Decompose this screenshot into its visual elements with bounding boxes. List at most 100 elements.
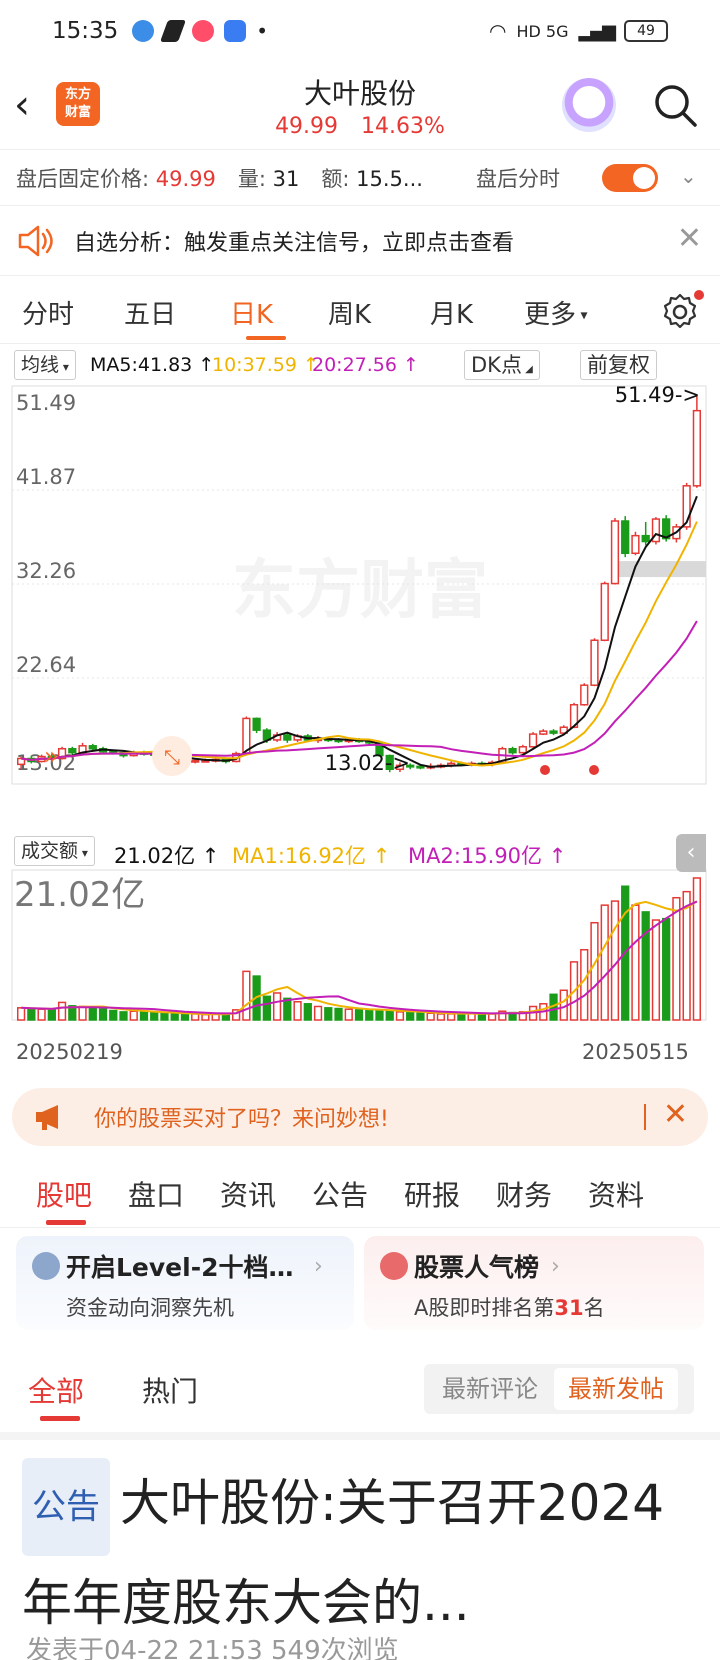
price-zone-band — [618, 561, 706, 578]
robot-assistant-icon[interactable] — [562, 78, 616, 132]
status-right: ◠ HD 5G ▂▄▆ 49 — [489, 19, 668, 43]
scroll-left-icon: » — [44, 742, 59, 770]
candle-body — [610, 520, 620, 585]
volume-bar — [426, 1012, 435, 1021]
volume-bar — [651, 919, 661, 1021]
tab-monthly-k[interactable]: 月K — [430, 294, 473, 331]
tab-weekly-k[interactable]: 周K — [328, 294, 371, 331]
after-hours-price-value: 49.99 — [155, 166, 216, 191]
active-tab-underline — [246, 336, 286, 340]
volume-bar — [682, 890, 691, 1021]
filter-hot[interactable]: 热门 — [142, 1370, 198, 1410]
volume-ma1-text: MA1:16.92亿 — [232, 844, 367, 868]
candle-body — [283, 734, 292, 741]
volume-bar — [78, 1005, 87, 1021]
section-divider — [0, 1432, 720, 1440]
indicator-select-label: 均线 — [21, 354, 60, 376]
expand-icon-glyph: ⤡ — [164, 745, 180, 769]
volume-bar — [590, 921, 599, 1021]
kline-chart[interactable]: 东方财富51.4941.8732.2622.6413.0251.49->13.0… — [0, 384, 720, 1024]
after-hours-volume-label: 量: — [237, 166, 266, 191]
volume-bar — [395, 1011, 405, 1021]
candle-body — [508, 747, 517, 754]
app-notification-icon — [224, 20, 247, 42]
volume-bar — [283, 997, 292, 1021]
tab-profile[interactable]: 资料 — [588, 1174, 644, 1214]
volume-bar — [139, 1011, 149, 1021]
close-icon[interactable]: ✕ — [677, 224, 702, 254]
level2-card-title-text: 开启Level-2十档行... — [66, 1253, 302, 1282]
candle-body — [549, 730, 558, 734]
dk-point-label: DK点 — [471, 353, 522, 377]
tab-finance[interactable]: 财务 — [496, 1174, 552, 1214]
popularity-card-title: 股票人气榜 › — [380, 1248, 688, 1284]
volume-max-label: 21.02亿 — [14, 875, 145, 915]
candle-body — [580, 684, 589, 706]
post-tag: 公告 — [22, 1457, 110, 1556]
volume-bar — [37, 1008, 46, 1021]
after-hours-volume-value: 31 — [272, 166, 300, 191]
after-hours-toggle[interactable] — [602, 164, 658, 192]
app-notification-icon — [192, 20, 215, 42]
adjust-select[interactable]: 前复权 — [580, 350, 657, 380]
collapse-panel-button[interactable]: ‹ — [676, 834, 706, 872]
volume-bar — [436, 1013, 446, 1021]
sort-latest-comment[interactable]: 最新评论 — [428, 1368, 552, 1410]
volume-bar — [406, 1011, 415, 1021]
tab-daily-k[interactable]: 日K — [230, 294, 273, 331]
high-price-marker: 51.49-> — [615, 384, 700, 407]
battery-icon: 49 — [624, 20, 668, 42]
tab-more-label: 更多 — [524, 300, 577, 330]
after-hours-price: 盘后固定价格: 49.99 — [16, 163, 216, 193]
kline-tabs: 分时 五日 日K 周K 月K 更多 ▾ — [0, 276, 720, 344]
volume-bar — [324, 1007, 333, 1021]
volume-bar — [692, 877, 702, 1021]
candle-body — [692, 409, 702, 487]
tab-five-day[interactable]: 五日 — [124, 294, 176, 331]
ma10-value: 10:37.59 — [212, 354, 297, 376]
status-bar: 15:35 • ◠ HD 5G ▂▄▆ 49 — [0, 0, 720, 62]
volume-bar — [201, 1013, 210, 1021]
level2-card-subtitle: 资金动向洞察先机 — [66, 1296, 234, 1320]
caret-down-icon: ▾ — [78, 846, 88, 860]
volume-indicator-select[interactable]: 成交额 ▾ — [14, 836, 95, 866]
search-icon[interactable] — [652, 82, 700, 130]
volume-bar — [303, 1003, 312, 1021]
level2-card[interactable]: 开启Level-2十档行... › 资金动向洞察先机 — [16, 1236, 354, 1330]
tab-research[interactable]: 研报 — [404, 1174, 460, 1214]
ma-legend-row: 均线 ▾ MA5:41.83 ↑ 10:37.59 ↑ 20:27.56 ↑ D… — [0, 346, 720, 384]
signal-notice[interactable]: 自选分析：触发重点关注信号，立即点击查看 ✕ — [0, 206, 720, 276]
end-date: 20250515 — [582, 1040, 689, 1064]
tab-guba[interactable]: 股吧 — [36, 1174, 92, 1214]
dk-point-select[interactable]: DK点 ◢ — [464, 350, 540, 380]
candle-body — [641, 534, 650, 543]
popularity-card[interactable]: 股票人气榜 › A股即时排名第31名 — [364, 1236, 704, 1330]
tab-intraday[interactable]: 分时 — [22, 294, 74, 331]
candle-body — [518, 746, 527, 754]
chevron-down-icon[interactable]: ⌄ — [680, 164, 697, 188]
volume-bar — [641, 911, 650, 1021]
indicator-select[interactable]: 均线 ▾ — [14, 350, 76, 380]
popularity-card-subtitle: A股即时排名第31名 — [380, 1292, 688, 1322]
filter-all[interactable]: 全部 — [28, 1370, 84, 1410]
tab-news[interactable]: 资讯 — [220, 1174, 276, 1214]
tab-pankou[interactable]: 盘口 — [128, 1174, 184, 1214]
tab-announcements[interactable]: 公告 — [312, 1174, 368, 1214]
close-icon[interactable]: ✕ — [663, 1100, 688, 1130]
y-axis-label: 41.87 — [16, 465, 76, 489]
post-item[interactable]: 公告 大叶股份:关于召开2024年年度股东大会的... — [22, 1456, 712, 1650]
volume-bar — [477, 1013, 486, 1021]
sort-latest-post[interactable]: 最新发帖 — [554, 1368, 678, 1410]
megaphone-icon — [36, 1105, 58, 1130]
low-price-marker: 13.02-> — [325, 751, 410, 775]
post-filter-row: 全部 热门 最新评论 最新发帖 — [0, 1356, 720, 1432]
volume-bar — [580, 948, 589, 1021]
volume-bar — [365, 1009, 374, 1021]
tab-more[interactable]: 更多 ▾ — [524, 294, 588, 331]
candle-body — [631, 534, 640, 555]
post-meta: 发表于04-22 21:53 549次浏览 — [26, 1636, 399, 1660]
after-hours-tick-label: 盘后分时 — [476, 166, 560, 191]
ai-ask-banner[interactable]: 你的股票买对了吗？来问妙想! ✕ — [12, 1088, 708, 1146]
content-tabs: 股吧 盘口 资讯 公告 研报 财务 资料 — [0, 1158, 720, 1228]
candle-body — [528, 733, 538, 748]
